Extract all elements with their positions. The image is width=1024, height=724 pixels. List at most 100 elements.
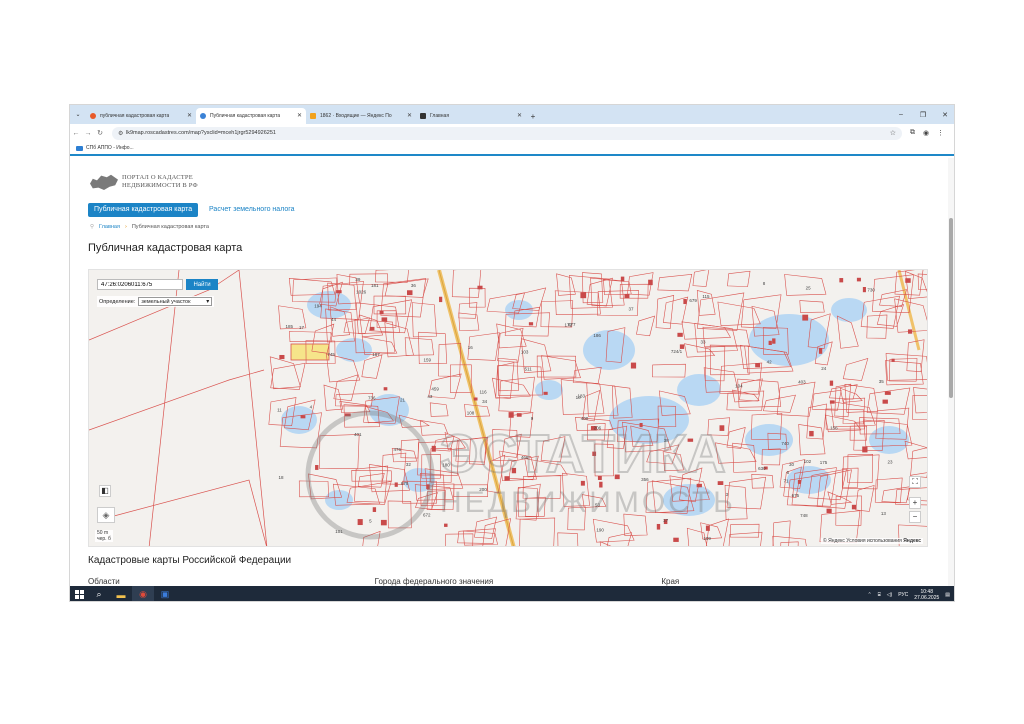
plot-label: 156 xyxy=(830,425,838,430)
plot-label: 32 xyxy=(406,462,412,467)
zoom-in-button[interactable]: + xyxy=(909,497,921,509)
browser-toolbar: ← → ↻ ⚙ lk9map.roscadastres.com/map?yscl… xyxy=(70,124,954,142)
plot-label: 102 xyxy=(804,459,812,464)
search-icon[interactable]: ⌕ xyxy=(88,586,110,601)
browser-window: ⌄ публичная кадастровая карта ✕ Публична… xyxy=(69,104,955,602)
bookmark-star-icon[interactable]: ☆ xyxy=(890,129,896,137)
zoom-out-button[interactable]: − xyxy=(909,511,921,523)
fullscreen-icon[interactable]: ⛶ xyxy=(909,476,921,488)
cadastral-number-input[interactable] xyxy=(97,279,183,290)
plot-label: 24 xyxy=(821,366,827,371)
tab-home[interactable]: Главная ✕ xyxy=(416,108,526,124)
plot-label: 27 xyxy=(663,518,669,523)
plot-label: 109 xyxy=(703,536,711,541)
bookmark-item[interactable]: СПб АППО - Инфо... xyxy=(86,145,134,151)
plot-label: 679 xyxy=(689,298,697,303)
plot-label: 4 xyxy=(310,404,313,409)
plot-label: 740 xyxy=(781,441,789,446)
ruler-icon[interactable]: ◧ xyxy=(99,485,111,497)
tab-title: Главная xyxy=(430,113,450,119)
plot-label: 115 xyxy=(702,294,710,299)
column-federal-cities[interactable]: Города федерального значения xyxy=(375,577,662,586)
layers-icon[interactable]: ◈ xyxy=(97,507,115,523)
plot-label: 25 xyxy=(806,285,812,290)
back-icon[interactable]: ← xyxy=(70,130,82,137)
site-logo[interactable]: ПОРТАЛ О КАДАСТРЕ НЕДВИЖИМОСТИ В РФ xyxy=(90,174,198,190)
definition-label: Определение: xyxy=(99,298,136,305)
menu-icon[interactable]: ⋮ xyxy=(937,129,944,137)
plot-label: 200 xyxy=(479,487,487,492)
plot-label: 23 xyxy=(888,459,894,464)
extensions-icon[interactable]: ⧉ xyxy=(910,129,915,137)
plot-label: 5 xyxy=(369,518,372,523)
new-tab-icon[interactable]: + xyxy=(526,108,540,124)
breadcrumb-home[interactable]: Главная xyxy=(99,224,120,230)
site-info-icon[interactable]: ⚙ xyxy=(118,130,126,137)
plot-label: 476 xyxy=(393,447,401,452)
tab-search-results[interactable]: публичная кадастровая карта ✕ xyxy=(86,108,196,124)
restore-icon[interactable]: ❐ xyxy=(912,105,934,124)
close-tab-icon[interactable]: ✕ xyxy=(297,112,302,119)
window-controls: – ❐ ✕ xyxy=(890,105,954,124)
cadastral-map[interactable]: 675 672 679 677 745 740 748 736 730 724/1 630 466 47… xyxy=(88,269,928,547)
forward-icon[interactable]: → xyxy=(82,130,94,137)
find-button[interactable]: Найти xyxy=(186,279,218,290)
scrollbar-thumb[interactable] xyxy=(949,218,953,398)
notifications-icon[interactable]: ▤ xyxy=(945,592,950,598)
plot-label: 181 xyxy=(371,283,379,288)
plot-label: 21 xyxy=(400,397,406,402)
russia-map-icon xyxy=(90,174,118,190)
bookmarks-bar: СПб АППО - Инфо... xyxy=(70,142,954,156)
map-search: Найти xyxy=(97,279,218,290)
plot-label: 630 xyxy=(758,466,766,471)
plot-label: 104 xyxy=(735,383,743,388)
tray-chevron-icon[interactable]: ⌃ xyxy=(867,592,871,598)
close-tab-icon[interactable]: ✕ xyxy=(517,112,522,119)
map-canvas[interactable]: 675672679677745740748736730724/163046647… xyxy=(89,270,928,547)
page-scrollbar[interactable] xyxy=(948,158,954,586)
chrome-icon[interactable]: ◉ xyxy=(132,586,154,601)
plot-label: 101 xyxy=(335,529,343,534)
scale-unit: чер. б xyxy=(97,536,111,542)
plot-label: 180 xyxy=(442,462,450,467)
tab-cadastral-map[interactable]: Публичная кадастровая карта ✕ xyxy=(196,108,306,124)
close-tab-icon[interactable]: ✕ xyxy=(187,112,192,119)
close-tab-icon[interactable]: ✕ xyxy=(407,112,412,119)
breadcrumb: ⚲ Главная › Публичная кадастровая карта xyxy=(90,224,209,230)
plot-label: 403 xyxy=(798,380,806,385)
yandex-label: Яндекс xyxy=(903,538,921,544)
plot-label: 9 xyxy=(531,416,534,421)
nav-land-tax[interactable]: Расчет земельного налога xyxy=(209,203,295,217)
file-explorer-icon[interactable]: ▬ xyxy=(110,586,132,601)
clock[interactable]: 10:48 27.06.2025 xyxy=(914,589,939,601)
plot-label: 745 xyxy=(327,352,335,357)
address-bar[interactable]: ⚙ lk9map.roscadastres.com/map?ysclid=mce… xyxy=(112,126,902,140)
plot-label: 10 xyxy=(576,395,582,400)
plot-label: 108 xyxy=(467,411,475,416)
tab-search-icon[interactable]: ⌄ xyxy=(70,105,86,124)
plot-label: 8 xyxy=(763,281,766,286)
plot-label: 736 xyxy=(368,395,376,400)
start-button[interactable] xyxy=(70,590,88,599)
minimize-icon[interactable]: – xyxy=(890,105,912,124)
tab-mail[interactable]: 1862 · Входящие — Яндекс По ✕ xyxy=(306,108,416,124)
logo-line-2: НЕДВИЖИМОСТИ В РФ xyxy=(122,182,198,189)
plot-label: 35 xyxy=(879,379,885,384)
yandex-favicon-icon xyxy=(90,113,96,119)
nav-cadastral-map[interactable]: Публичная кадастровая карта xyxy=(88,203,199,217)
network-icon[interactable]: ⌸ xyxy=(878,592,881,598)
definition-select[interactable]: земельный участок xyxy=(138,297,213,306)
plot-label: 159 xyxy=(424,358,432,363)
column-krai[interactable]: Края xyxy=(661,577,948,586)
column-regions[interactable]: Области xyxy=(88,577,375,586)
language-indicator[interactable]: РУС xyxy=(898,592,908,598)
close-window-icon[interactable]: ✕ xyxy=(934,105,954,124)
reload-icon[interactable]: ↻ xyxy=(94,129,106,137)
profile-icon[interactable]: ◉ xyxy=(923,129,929,137)
plot-label: 43 xyxy=(427,394,433,399)
plot-label: 748 xyxy=(800,513,808,518)
map-attribution[interactable]: © Яндекс Условия использования Яндекс xyxy=(821,538,923,544)
word-icon[interactable]: ▣ xyxy=(154,586,176,601)
volume-icon[interactable]: ◁) xyxy=(887,592,893,598)
page-favicon-icon xyxy=(420,113,426,119)
